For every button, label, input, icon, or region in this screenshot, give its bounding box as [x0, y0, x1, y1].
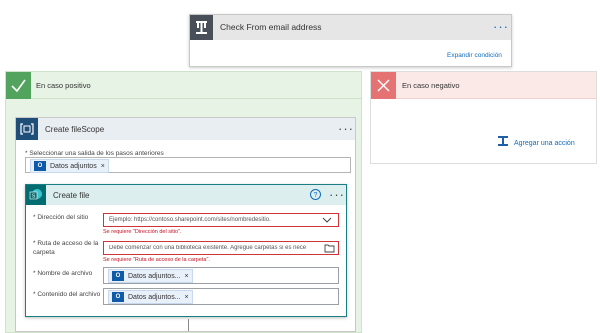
negative-branch: En caso negativo Agregar una acción	[370, 71, 597, 164]
outlook-icon: O	[112, 271, 124, 281]
select-output-chip[interactable]: O Datos adjuntos ×	[30, 159, 109, 173]
folder-icon[interactable]	[324, 244, 335, 255]
help-icon-label: ?	[313, 192, 318, 199]
site-address-dropdown[interactable]: Ejemplo: https://contoso.sharepoint.com/…	[103, 213, 339, 227]
scope-card: Create fileScope ··· * Seleccionar una s…	[15, 117, 356, 332]
scope-title: Create fileScope	[45, 125, 105, 134]
scope-icon	[16, 118, 38, 140]
negative-branch-header[interactable]: En caso negativo	[371, 72, 596, 99]
add-action-button[interactable]: Agregar una acción	[497, 134, 575, 152]
file-content-label: * Contenido del archivo	[33, 291, 101, 298]
chip-remove-button[interactable]: ×	[101, 163, 105, 170]
file-name-input[interactable]: O Datos adjuntos... ×	[103, 267, 339, 284]
chevron-down-icon[interactable]	[322, 216, 332, 226]
select-output-label: * Seleccionar una salida de los pasos an…	[25, 150, 164, 157]
scope-menu-button[interactable]: ···	[338, 122, 354, 135]
file-name-chip[interactable]: O Datos adjuntos... ×	[108, 269, 193, 283]
folder-path-input[interactable]: Debe comenzar con una biblioteca existen…	[103, 241, 339, 255]
chip-remove-button[interactable]: ×	[185, 294, 189, 301]
condition-card: Check From email address ··· Expandir co…	[189, 14, 512, 67]
create-file-card: S Create file ? ··· * Dirección del siti…	[25, 184, 347, 317]
site-address-error: Se requiere "Dirección del sitio".	[103, 229, 182, 235]
scope-bottom-connector	[188, 319, 189, 331]
expand-condition-link[interactable]: Expandir condición	[447, 52, 502, 59]
outlook-icon: O	[34, 161, 46, 171]
condition-header[interactable]: Check From email address ···	[190, 15, 511, 40]
file-name-label: * Nombre de archivo	[33, 270, 93, 277]
sharepoint-icon: S	[26, 185, 46, 205]
help-icon[interactable]: ?	[310, 189, 321, 200]
condition-title: Check From email address	[220, 22, 322, 32]
site-address-label: * Dirección del sitio	[33, 214, 89, 221]
site-address-placeholder: Ejemplo: https://contoso.sharepoint.com/…	[109, 217, 271, 223]
chip-remove-button[interactable]: ×	[185, 273, 189, 280]
add-action-icon	[497, 134, 509, 152]
outlook-icon: O	[112, 292, 124, 302]
scope-header[interactable]: Create fileScope ···	[16, 118, 355, 140]
file-name-chip-label: Datos adjuntos...	[128, 272, 181, 280]
folder-path-placeholder: Debe comenzar con una biblioteca existen…	[109, 245, 307, 251]
folder-path-label: * Ruta de acceso de la carpeta	[33, 240, 99, 256]
create-file-menu-button[interactable]: ···	[329, 188, 345, 201]
file-content-input[interactable]: O Datos adjuntos... ×	[103, 288, 339, 305]
select-output-chip-label: Datos adjuntos	[50, 162, 97, 170]
folder-path-error: Se requiere "Ruta de acceso de la carpet…	[103, 257, 210, 263]
check-icon	[6, 72, 31, 99]
add-action-label: Agregar una acción	[514, 139, 575, 147]
create-file-header[interactable]: S Create file ? ···	[26, 185, 346, 205]
positive-branch-header[interactable]: En caso positivo	[6, 72, 361, 99]
positive-branch: En caso positivo Create fileScope ··· * …	[5, 71, 362, 333]
create-file-title: Create file	[53, 191, 90, 200]
condition-icon	[190, 15, 213, 40]
condition-menu-button[interactable]: ···	[493, 20, 509, 33]
file-content-chip[interactable]: O Datos adjuntos... ×	[108, 290, 193, 304]
cross-icon	[371, 72, 396, 99]
positive-branch-title: En caso positivo	[36, 81, 91, 90]
negative-branch-title: En caso negativo	[402, 81, 460, 90]
select-output-field[interactable]: O Datos adjuntos ×	[25, 157, 351, 173]
file-content-chip-label: Datos adjuntos...	[128, 293, 181, 301]
